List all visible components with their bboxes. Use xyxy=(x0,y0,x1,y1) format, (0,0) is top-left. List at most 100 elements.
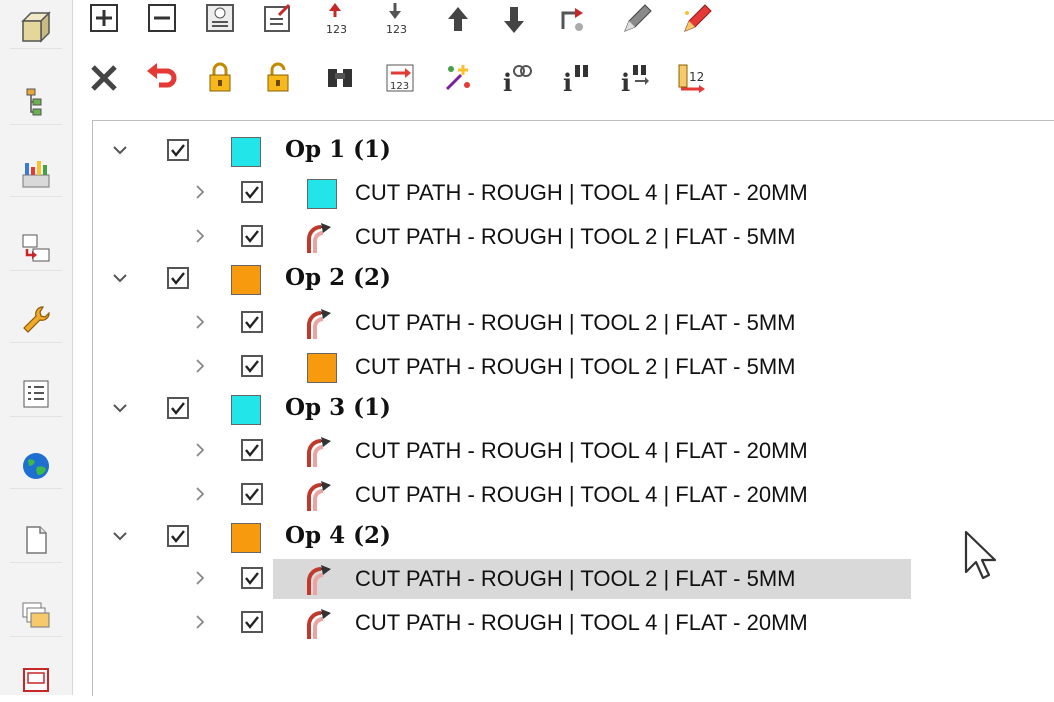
expander-collapsed[interactable] xyxy=(189,437,211,463)
number-sort-button[interactable]: 12 xyxy=(672,58,712,98)
tree-group-op1[interactable]: Op 1 (1) xyxy=(93,131,993,171)
expander-collapsed[interactable] xyxy=(189,481,211,507)
expand-all-button[interactable] xyxy=(84,0,124,40)
tree-item[interactable]: CUT PATH - ROUGH | TOOL 2 | FLAT - 5MM xyxy=(93,303,993,343)
globe-button[interactable] xyxy=(10,444,62,489)
item-checkbox[interactable] xyxy=(241,439,263,461)
lock-icon xyxy=(209,62,231,92)
edit-button[interactable] xyxy=(616,0,656,40)
wrench-button[interactable] xyxy=(10,298,62,343)
frame-button[interactable] xyxy=(10,658,62,702)
3d-box-button[interactable] xyxy=(10,4,62,49)
find-button[interactable] xyxy=(320,58,360,98)
toolpath-icon xyxy=(307,223,331,253)
expander-expanded[interactable] xyxy=(109,523,131,549)
chevron-right-icon xyxy=(196,615,205,629)
info-binoculars-icon: i xyxy=(621,65,649,95)
color-swatch-orange[interactable] xyxy=(231,265,261,295)
toolpath-icon xyxy=(307,309,331,339)
tree-structure-icon xyxy=(26,88,42,116)
tree-item[interactable]: CUT PATH - ROUGH | TOOL 4 | FLAT - 20MM xyxy=(93,475,993,515)
toolpath-label: CUT PATH - ROUGH | TOOL 4 | FLAT - 20MM xyxy=(355,438,808,463)
color-swatch-orange[interactable] xyxy=(231,523,261,553)
info-find-button[interactable]: i xyxy=(556,58,596,98)
info-binoculars-button[interactable]: i xyxy=(614,58,654,98)
arrow-up-icon xyxy=(448,7,468,31)
unlock-button[interactable] xyxy=(258,58,298,98)
group-label: Op 1 (1) xyxy=(285,136,391,163)
tree-item[interactable]: CUT PATH - ROUGH | TOOL 4 | FLAT - 20MM xyxy=(93,431,993,471)
group-checkbox[interactable] xyxy=(167,525,189,547)
transform-icon xyxy=(561,8,583,31)
svg-text:123: 123 xyxy=(386,23,407,36)
item-checkbox[interactable] xyxy=(241,181,263,203)
expander-expanded[interactable] xyxy=(109,137,131,163)
toolpath-icon xyxy=(307,609,331,639)
toolpath-label: CUT PATH - ROUGH | TOOL 2 | FLAT - 5MM xyxy=(355,566,796,591)
group-checkbox[interactable] xyxy=(167,397,189,419)
item-checkbox[interactable] xyxy=(241,567,263,589)
magic-edit-button[interactable] xyxy=(676,0,716,40)
chevron-down-icon xyxy=(113,274,127,283)
move-up-button[interactable] xyxy=(438,0,478,40)
chevron-right-icon xyxy=(196,571,205,585)
undo-button[interactable] xyxy=(142,58,182,98)
color-swatch-cyan[interactable] xyxy=(231,137,261,167)
3d-box-icon xyxy=(21,11,51,43)
group-label: Op 4 (2) xyxy=(285,522,391,549)
info-link-button[interactable]: i xyxy=(496,58,536,98)
sparkle-button[interactable] xyxy=(438,58,478,98)
delete-button[interactable] xyxy=(84,58,124,98)
document-button[interactable] xyxy=(10,518,62,563)
expander-collapsed[interactable] xyxy=(189,353,211,379)
check-icon xyxy=(245,444,259,457)
tree-group-op4[interactable]: Op 4 (2) xyxy=(93,517,993,557)
tree-item[interactable]: CUT PATH - ROUGH | TOOL 2 | FLAT - 5MM xyxy=(93,347,993,387)
expander-collapsed[interactable] xyxy=(189,565,211,591)
report-button[interactable] xyxy=(200,0,240,40)
toolpath-chart-button[interactable] xyxy=(10,152,62,197)
transfer-button[interactable] xyxy=(10,226,62,271)
layers-button[interactable] xyxy=(10,592,62,637)
export-icon xyxy=(264,3,291,32)
tree-item[interactable]: CUT PATH - ROUGH | TOOL 4 | FLAT - 20MM xyxy=(93,603,993,643)
frame-icon xyxy=(23,668,49,692)
renumber-up-button[interactable]: 123 xyxy=(320,0,360,40)
move-down-button[interactable] xyxy=(494,0,534,40)
export-button[interactable] xyxy=(258,0,298,40)
color-swatch-cyan[interactable] xyxy=(231,395,261,425)
check-icon xyxy=(245,488,259,501)
item-checkbox[interactable] xyxy=(241,355,263,377)
lock-button[interactable] xyxy=(200,58,240,98)
chevron-down-icon xyxy=(113,404,127,413)
sequence-button[interactable]: 123 xyxy=(380,58,420,98)
item-checkbox[interactable] xyxy=(241,311,263,333)
color-swatch-orange[interactable] xyxy=(307,353,337,383)
expander-expanded[interactable] xyxy=(109,265,131,291)
list-button[interactable] xyxy=(10,372,62,417)
color-swatch-cyan[interactable] xyxy=(307,179,337,209)
transform-button[interactable] xyxy=(552,0,592,40)
toolpath-icon xyxy=(307,437,331,467)
collapse-all-button[interactable] xyxy=(142,0,182,40)
group-checkbox[interactable] xyxy=(167,267,189,289)
expander-collapsed[interactable] xyxy=(189,609,211,635)
item-checkbox[interactable] xyxy=(241,611,263,633)
tree-group-op3[interactable]: Op 3 (1) xyxy=(93,389,993,429)
tree-item-selected[interactable]: CUT PATH - ROUGH | TOOL 2 | FLAT - 5MM xyxy=(93,559,993,599)
sparkle-icon xyxy=(445,65,470,91)
unlock-icon xyxy=(267,62,289,92)
collapse-all-icon xyxy=(148,4,176,32)
tree-item[interactable]: CUT PATH - ROUGH | TOOL 4 | FLAT - 20MM xyxy=(93,173,993,213)
group-checkbox[interactable] xyxy=(167,139,189,161)
item-checkbox[interactable] xyxy=(241,483,263,505)
item-checkbox[interactable] xyxy=(241,225,263,247)
tree-group-op2[interactable]: Op 2 (2) xyxy=(93,259,993,299)
expander-collapsed[interactable] xyxy=(189,309,211,335)
renumber-down-button[interactable]: 123 xyxy=(380,0,420,40)
tree-item[interactable]: CUT PATH - ROUGH | TOOL 2 | FLAT - 5MM xyxy=(93,217,993,257)
expander-collapsed[interactable] xyxy=(189,223,211,249)
expander-expanded[interactable] xyxy=(109,395,131,421)
expander-collapsed[interactable] xyxy=(189,179,211,205)
tree-structure-button[interactable] xyxy=(10,80,62,125)
